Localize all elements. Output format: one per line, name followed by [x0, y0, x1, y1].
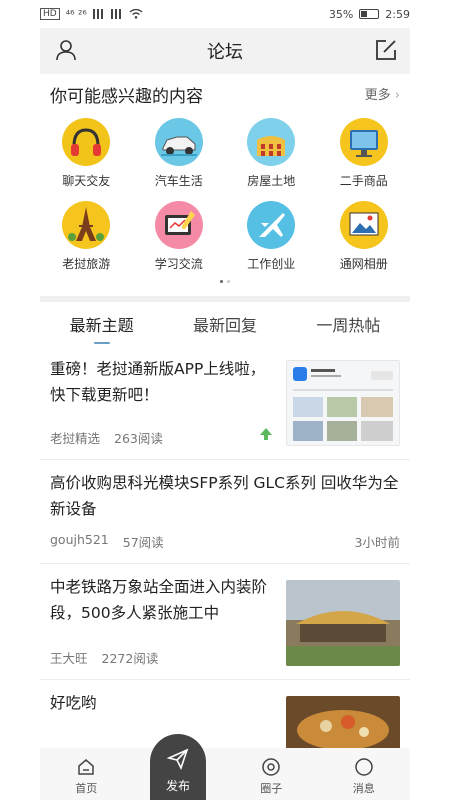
post-item[interactable]: 重磅！老挝通新版APP上线啦，快下载更新吧！ 老挝精选 263阅读	[40, 346, 410, 460]
post-thumbnail	[286, 696, 400, 752]
post-tabs: 最新主题 最新回复 一周热帖	[40, 302, 410, 346]
nav-message[interactable]: 消息	[334, 757, 394, 796]
category-travel[interactable]: 老挝旅游	[40, 201, 133, 272]
post-item[interactable]: 中老铁路万象站全面进入内装阶段，500多人紧张施工中 王大旺 2272阅读	[40, 564, 410, 680]
car-icon	[154, 118, 203, 166]
tab-weekly-hot[interactable]: 一周热帖	[306, 304, 390, 344]
post-thumbnail	[286, 360, 400, 446]
tab-latest-replies[interactable]: 最新回复	[183, 304, 267, 344]
category-chat[interactable]: 聊天交友	[40, 118, 133, 189]
post-meta: 老挝精选 263阅读	[50, 428, 163, 447]
interest-section: 你可能感兴趣的内容 更多 › 聊天交友 汽车生活 房屋土地 二手商品 老挝旅游 …	[40, 74, 410, 296]
forum-page: HD ⁴⁶ ²⁶ 35% 2:59 论坛 你可能感兴趣的内容 更多 › 聊天交友…	[0, 0, 450, 800]
arrow-up-icon	[260, 428, 272, 440]
post-item[interactable]: 高价收购思科光模块SFP系列 GLC系列 回收华为全新设备 goujh521 5…	[40, 460, 410, 564]
category-label: 汽车生活	[154, 174, 203, 188]
nav-circle[interactable]: 圈子	[241, 757, 301, 796]
photo-album-icon	[339, 201, 388, 249]
category-label: 房屋土地	[247, 174, 296, 188]
chevron-right-icon: ›	[394, 88, 400, 103]
page-dot	[227, 280, 230, 283]
post-reads: 263阅读	[114, 431, 163, 446]
clock: 2:59	[385, 7, 410, 21]
status-bar: HD ⁴⁶ ²⁶ 35% 2:59	[40, 0, 410, 28]
building-icon	[247, 118, 296, 166]
page-indicator	[40, 280, 410, 283]
category-label: 通网相册	[339, 257, 388, 271]
category-car[interactable]: 汽车生活	[133, 118, 226, 189]
message-icon	[355, 758, 373, 776]
page-dot-active	[220, 280, 223, 283]
airplane-icon	[247, 201, 296, 249]
post-author: 老挝精选	[50, 431, 101, 446]
category-housing[interactable]: 房屋土地	[225, 118, 318, 189]
post-list: 重磅！老挝通新版APP上线啦，快下载更新吧！ 老挝精选 263阅读 高价收购思科…	[40, 346, 410, 752]
signal-icon	[92, 9, 105, 19]
publish-button[interactable]: 发布	[150, 734, 206, 800]
post-meta: 王大旺 2272阅读	[50, 648, 158, 667]
signal-icon-2	[110, 9, 123, 19]
category-label: 二手商品	[339, 174, 388, 188]
compose-icon[interactable]	[374, 38, 398, 62]
nav-home[interactable]: 首页	[56, 757, 116, 796]
eiffel-tower-icon	[62, 201, 111, 249]
app-header: 论坛	[40, 28, 410, 74]
post-reads: 57阅读	[122, 535, 164, 550]
category-label: 聊天交友	[62, 174, 111, 188]
wifi-icon	[129, 9, 143, 19]
publish-label: 发布	[165, 779, 190, 793]
more-label: 更多	[364, 88, 391, 103]
post-title: 中老铁路万象站全面进入内装阶段，500多人紧张施工中	[50, 578, 268, 622]
send-icon	[166, 748, 189, 771]
battery-percent: 35%	[328, 7, 354, 21]
bottom-nav: 首页 圈子 消息 发布	[40, 734, 410, 800]
headphones-icon	[62, 118, 111, 166]
category-secondhand[interactable]: 二手商品	[318, 118, 411, 189]
category-study[interactable]: 学习交流	[133, 201, 226, 272]
drawing-tablet-icon	[154, 201, 203, 249]
section-title: 你可能感兴趣的内容	[50, 87, 203, 107]
post-title: 高价收购思科光模块SFP系列 GLC系列 回收华为全新设备	[50, 474, 399, 518]
category-work[interactable]: 工作创业	[225, 201, 318, 272]
user-icon[interactable]	[54, 38, 78, 62]
home-icon	[78, 759, 94, 775]
category-label: 学习交流	[154, 257, 203, 271]
post-thumbnail	[286, 580, 400, 666]
category-album[interactable]: 通网相册	[318, 201, 411, 272]
circle-icon	[262, 758, 280, 776]
nav-home-label: 首页	[75, 782, 98, 795]
tab-latest-topics[interactable]: 最新主题	[60, 304, 144, 344]
category-label: 工作创业	[247, 257, 296, 271]
network-label: ⁴⁶ ²⁶	[65, 7, 87, 21]
post-author: 王大旺	[50, 651, 88, 666]
post-meta: goujh521 57阅读	[50, 532, 164, 551]
battery-icon	[359, 9, 380, 19]
post-title: 重磅！老挝通新版APP上线啦，快下载更新吧！	[50, 360, 266, 404]
nav-circle-label: 圈子	[260, 782, 283, 795]
post-item[interactable]: 好吃哟	[40, 680, 410, 752]
category-grid: 聊天交友 汽车生活 房屋土地 二手商品 老挝旅游 学习交流 工作创业 通网相册	[40, 118, 410, 272]
post-time: 3小时前	[354, 535, 400, 550]
monitor-icon	[339, 118, 388, 166]
category-label: 老挝旅游	[62, 257, 111, 271]
post-reads: 2272阅读	[101, 651, 159, 666]
page-title: 论坛	[207, 42, 243, 63]
nav-message-label: 消息	[352, 782, 375, 795]
more-link[interactable]: 更多 ›	[365, 84, 400, 103]
post-title: 好吃哟	[50, 694, 97, 712]
post-author: goujh521	[50, 532, 109, 547]
sim-indicator: HD	[40, 8, 60, 20]
